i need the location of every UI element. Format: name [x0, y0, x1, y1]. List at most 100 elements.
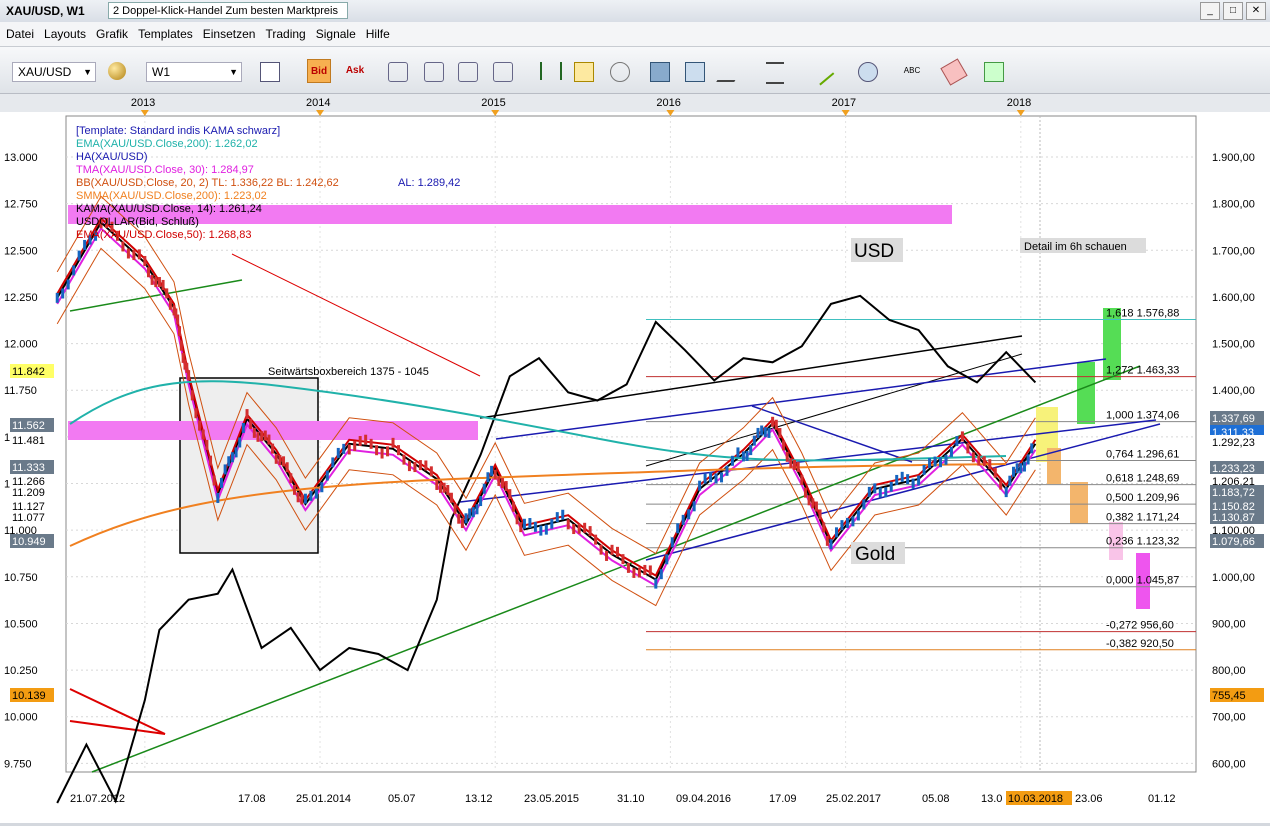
gold-candle	[282, 456, 286, 467]
gold-candle	[745, 450, 749, 461]
trendline-icon[interactable]	[807, 58, 835, 86]
close-button[interactable]: ✕	[1246, 2, 1266, 20]
gold-candle	[479, 496, 483, 507]
x-tick-label: 21.07.2012	[70, 793, 125, 805]
fib-level-label: 1,618 1.576,88	[1106, 308, 1179, 320]
gold-candle	[274, 453, 278, 464]
gold-candle	[539, 525, 543, 536]
menu-datei[interactable]: Datei	[6, 27, 34, 41]
menu-grafik[interactable]: Grafik	[96, 27, 128, 41]
ellipse-icon[interactable]	[858, 62, 878, 82]
gold-candle	[756, 427, 760, 438]
gold-candle	[475, 504, 479, 515]
gold-ball-icon[interactable]	[108, 62, 126, 80]
gold-annotation: Gold	[855, 544, 895, 565]
left-price-tag-text: 11.562	[12, 420, 45, 432]
gold-candle	[840, 520, 844, 531]
menu-bar: Datei Layouts Grafik Templates Einsetzen…	[0, 22, 1270, 47]
gold-candle	[241, 422, 245, 433]
objects-icon[interactable]	[984, 62, 1004, 82]
left-price-tag-text: 11.077	[12, 512, 45, 524]
gold-candle	[457, 513, 461, 524]
legend-entry: EMA(XAU/USD.Close,200): 1.262,02	[76, 138, 258, 150]
gold-candle	[292, 484, 296, 495]
gold-candle	[988, 459, 992, 470]
maximize-button[interactable]: □	[1223, 2, 1243, 20]
gold-candle	[648, 565, 652, 576]
sideways-box	[179, 377, 319, 554]
gold-candle	[198, 420, 202, 431]
gold-candle	[263, 430, 267, 441]
ask-button[interactable]: Ask	[343, 59, 367, 83]
x-tick-label: 25.02.2017	[826, 793, 881, 805]
gold-candle	[555, 512, 559, 523]
minimize-button[interactable]: _	[1200, 2, 1220, 20]
cursor-icon[interactable]	[458, 62, 478, 82]
gold-candle	[884, 487, 888, 498]
chevron-down-icon: ▼	[83, 67, 92, 77]
gold-candle	[285, 462, 289, 473]
gold-candle	[179, 340, 183, 351]
zoom-in-icon[interactable]	[388, 62, 408, 82]
menu-einsetzen[interactable]: Einsetzen	[203, 27, 256, 41]
gold-candle	[928, 457, 932, 468]
eye-icon[interactable]	[610, 62, 630, 82]
menu-trading[interactable]: Trading	[265, 27, 305, 41]
eraser-icon[interactable]	[940, 58, 968, 86]
gold-candle	[178, 326, 182, 337]
gold-candle	[486, 472, 490, 483]
gold-candle	[429, 466, 433, 477]
gold-candle	[906, 474, 910, 485]
line-tool-icon[interactable]	[716, 62, 746, 82]
gold-candle	[977, 455, 981, 466]
indicator-icon[interactable]	[685, 62, 705, 82]
zoom-box-icon[interactable]	[493, 62, 513, 82]
image-icon[interactable]	[650, 62, 670, 82]
gold-candle	[300, 494, 304, 505]
fib-level-label: 0,618 1.248,69	[1106, 473, 1179, 485]
gold-candle	[599, 544, 603, 555]
menu-layouts[interactable]: Layouts	[44, 27, 86, 41]
menu-signale[interactable]: Signale	[316, 27, 356, 41]
gold-candle	[971, 452, 975, 463]
fib-level-label: 0,236 1.123,32	[1106, 536, 1179, 548]
x-tick-label: 05.07	[388, 793, 416, 805]
chart-area[interactable]: 13.000 12.750 12.500 12.250 12.000 11.750 11.5…	[0, 94, 1270, 823]
left-tick-label: 12.750	[4, 199, 38, 211]
fib-tool-icon[interactable]	[766, 62, 784, 84]
gold-candle	[314, 488, 318, 499]
note-icon[interactable]	[574, 62, 594, 82]
gold-candle	[245, 409, 249, 420]
left-tick-label: 10.500	[4, 618, 38, 630]
right-tick-label: 1.400,00	[1212, 385, 1255, 397]
gold-candle	[278, 455, 282, 466]
timeframe-select[interactable]: W1 ▼	[146, 62, 242, 82]
gold-candle	[212, 475, 216, 486]
price-chart[interactable]: 13.000 12.750 12.500 12.250 12.000 11.750 11.5…	[0, 94, 1270, 823]
left-price-tag-text: 11.481	[12, 435, 45, 447]
gold-candle	[845, 517, 849, 528]
menu-templates[interactable]: Templates	[138, 27, 193, 41]
gold-candle	[911, 478, 915, 489]
gold-candle	[862, 499, 866, 510]
gold-candle	[391, 437, 395, 448]
right-tick-label: 1.800,00	[1212, 199, 1255, 211]
legend-entry: SMMA(XAU/USD.Close,200): 1.223,02	[76, 190, 267, 202]
gold-candle	[435, 479, 439, 490]
bid-button[interactable]: Bid	[307, 59, 331, 83]
gold-candle	[763, 427, 767, 438]
gold-candle	[309, 490, 313, 501]
instrument-select[interactable]: XAU/USD ▼	[12, 62, 96, 82]
zoom-out-icon[interactable]	[424, 62, 444, 82]
gold-candle	[493, 469, 497, 480]
chart-type-icon[interactable]	[260, 62, 280, 82]
text-tool-button[interactable]: ABC	[900, 59, 924, 83]
fib-level-label: 1,000 1.374,06	[1106, 410, 1179, 422]
quick-trade-tab[interactable]: 2 Doppel-Klick-Handel Zum besten Marktpr…	[108, 2, 348, 19]
menu-hilfe[interactable]: Hilfe	[366, 27, 390, 41]
crosshair-icon[interactable]	[540, 62, 562, 80]
gold-candle	[900, 471, 904, 482]
gold-candle	[234, 447, 238, 458]
fib-level-label: 0,382 1.171,24	[1106, 512, 1179, 524]
gold-candle	[137, 249, 141, 260]
